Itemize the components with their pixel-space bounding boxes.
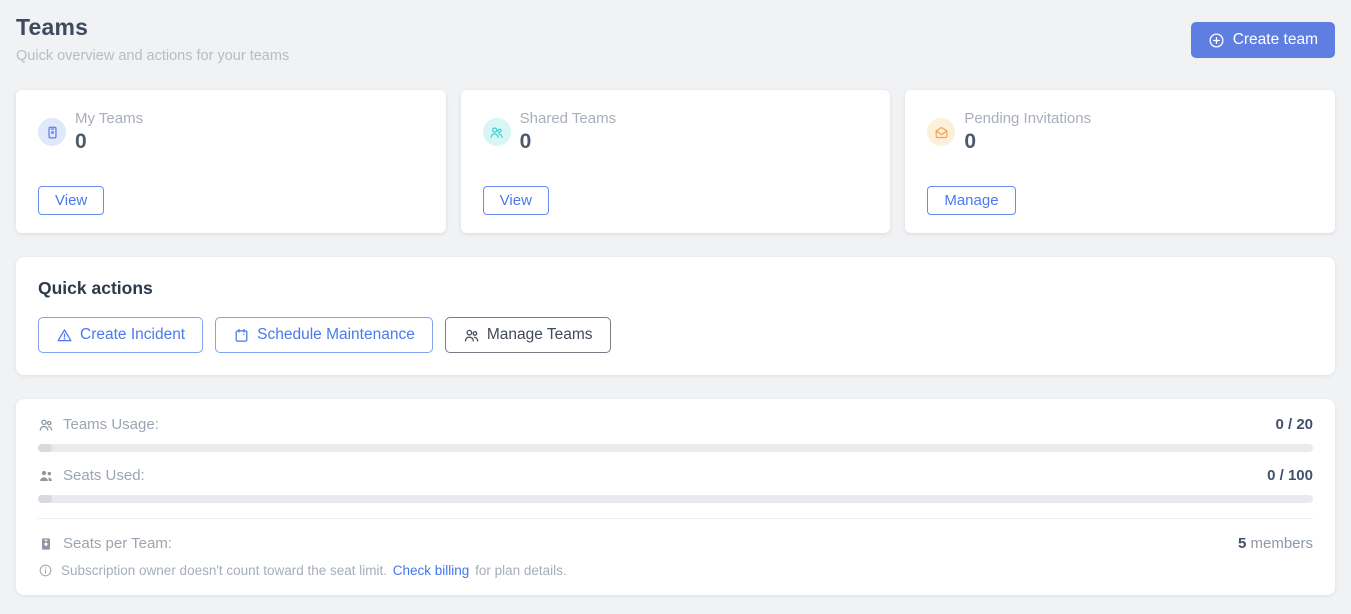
users-icon bbox=[483, 118, 511, 146]
seats-per-team-unit: members bbox=[1246, 535, 1313, 552]
users-icon bbox=[463, 327, 480, 344]
id-badge-icon bbox=[38, 118, 66, 146]
usage-panel: Teams Usage: 0 / 20 Seats Used: 0 / 100 bbox=[16, 399, 1335, 595]
seats-used-row: Seats Used: 0 / 100 bbox=[38, 467, 1313, 484]
page-title: Teams bbox=[16, 14, 289, 41]
card-label: Shared Teams bbox=[520, 110, 616, 127]
stat-cards-row: My Teams 0 View Shared bbox=[16, 90, 1335, 233]
seats-used-value: 0 / 100 bbox=[1267, 467, 1313, 484]
usage-divider bbox=[38, 518, 1313, 519]
teams-usage-value: 0 / 20 bbox=[1275, 416, 1313, 433]
seats-per-team-row: Seats per Team: 5 members bbox=[38, 535, 1313, 552]
my-teams-card: My Teams 0 View bbox=[16, 90, 446, 233]
view-shared-teams-button[interactable]: View bbox=[483, 186, 549, 215]
teams-usage-row: Teams Usage: 0 / 20 bbox=[38, 416, 1313, 433]
card-count: 0 bbox=[520, 130, 616, 154]
card-count: 0 bbox=[964, 130, 1091, 154]
plus-circle-icon bbox=[1208, 32, 1225, 49]
schedule-maintenance-button[interactable]: Schedule Maintenance bbox=[215, 317, 433, 353]
card-label: Pending Invitations bbox=[964, 110, 1091, 127]
schedule-maintenance-label: Schedule Maintenance bbox=[257, 326, 415, 344]
create-incident-button[interactable]: Create Incident bbox=[38, 317, 203, 353]
shared-teams-card: Shared Teams 0 View bbox=[461, 90, 891, 233]
create-team-button[interactable]: Create team bbox=[1191, 22, 1335, 58]
note-suffix: for plan details. bbox=[475, 563, 567, 578]
card-count: 0 bbox=[75, 130, 143, 154]
envelope-open-icon bbox=[927, 118, 955, 146]
alert-triangle-icon bbox=[56, 327, 73, 344]
seats-per-team-label: Seats per Team: bbox=[63, 535, 172, 552]
seats-used-progress-fill bbox=[38, 495, 52, 503]
card-label: My Teams bbox=[75, 110, 143, 127]
pending-invitations-card: Pending Invitations 0 Manage bbox=[905, 90, 1335, 233]
create-incident-label: Create Incident bbox=[80, 326, 185, 344]
quick-actions-title: Quick actions bbox=[38, 278, 1313, 299]
manage-teams-label: Manage Teams bbox=[487, 326, 593, 344]
seats-per-team-value: 5 members bbox=[1238, 535, 1313, 552]
page-header: Teams Quick overview and actions for you… bbox=[16, 14, 1335, 64]
teams-page: Teams Quick overview and actions for you… bbox=[0, 0, 1351, 595]
create-team-label: Create team bbox=[1233, 31, 1318, 49]
seats-used-progressbar bbox=[38, 495, 1313, 503]
users-filled-icon bbox=[38, 468, 54, 484]
view-my-teams-button[interactable]: View bbox=[38, 186, 104, 215]
id-badge-filled-icon bbox=[38, 536, 54, 552]
manage-teams-button[interactable]: Manage Teams bbox=[445, 317, 611, 353]
manage-invitations-button[interactable]: Manage bbox=[927, 186, 1015, 215]
users-outline-icon bbox=[38, 417, 54, 433]
note-text: Subscription owner doesn't count toward … bbox=[61, 563, 567, 578]
calendar-icon bbox=[233, 327, 250, 344]
info-circle-icon bbox=[38, 563, 53, 578]
teams-usage-progress-fill bbox=[38, 444, 52, 452]
quick-actions-panel: Quick actions Create Incident bbox=[16, 257, 1335, 375]
check-billing-link[interactable]: Check billing bbox=[393, 563, 470, 578]
teams-usage-label: Teams Usage: bbox=[63, 416, 159, 433]
page-header-text: Teams Quick overview and actions for you… bbox=[16, 14, 289, 64]
seat-limit-note: Subscription owner doesn't count toward … bbox=[38, 563, 1313, 578]
seats-used-label: Seats Used: bbox=[63, 467, 145, 484]
teams-usage-progressbar bbox=[38, 444, 1313, 452]
page-subtitle: Quick overview and actions for your team… bbox=[16, 48, 289, 64]
